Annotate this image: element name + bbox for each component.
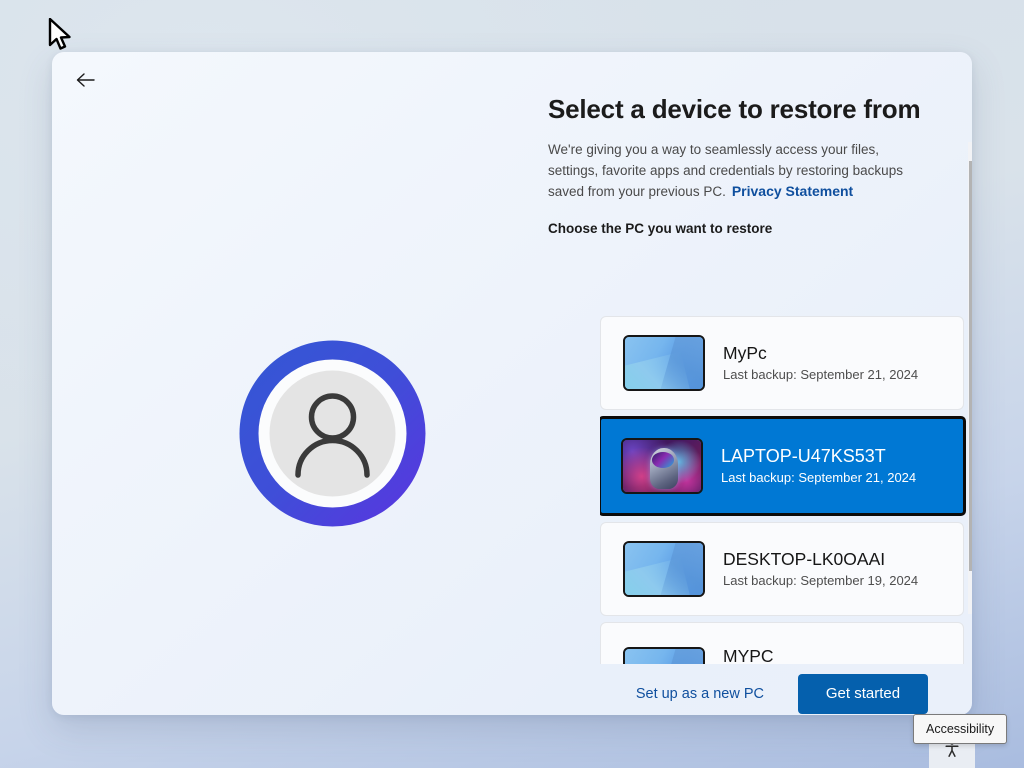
device-thumbnail-icon — [623, 541, 705, 597]
setup-as-new-pc-link[interactable]: Set up as a new PC — [630, 685, 770, 703]
scroll-up-arrow-icon[interactable]: ˄ — [968, 142, 972, 159]
card-footer: Set up as a new PC Get started — [52, 672, 972, 715]
intro-paragraph: We're giving you a way to seamlessly acc… — [548, 140, 920, 203]
arrow-left-icon — [73, 70, 99, 90]
device-name: LAPTOP-U47KS53T — [721, 445, 916, 467]
device-list-container: MyPc Last backup: September 21, 2024 LAP… — [600, 316, 972, 664]
user-avatar-illustration — [185, 286, 480, 586]
device-last-backup: Last backup: September 21, 2024 — [721, 469, 916, 487]
content-pane: Select a device to restore from We're gi… — [548, 92, 972, 672]
mouse-pointer-arrow — [48, 18, 74, 56]
device-list[interactable]: MyPc Last backup: September 21, 2024 LAP… — [600, 316, 972, 664]
device-list-scrollbar[interactable]: ˄ ˅ — [968, 142, 972, 614]
device-meta: DESKTOP-LK0OAAI Last backup: September 1… — [723, 548, 918, 590]
scrollbar-thumb[interactable] — [969, 161, 972, 571]
page-title: Select a device to restore from — [548, 92, 972, 126]
privacy-statement-link[interactable]: Privacy Statement — [732, 183, 853, 199]
scroll-down-arrow-icon[interactable]: ˅ — [968, 597, 972, 614]
device-meta: LAPTOP-U47KS53T Last backup: September 2… — [721, 445, 916, 487]
device-list-item-mypc[interactable]: MyPc Last backup: September 21, 2024 — [600, 316, 964, 410]
device-meta: MYPC — [723, 645, 774, 664]
oobe-setup-card: Select a device to restore from We're gi… — [52, 52, 972, 715]
device-last-backup: Last backup: September 21, 2024 — [723, 366, 918, 384]
device-list-item-laptop-u47ks53t[interactable]: LAPTOP-U47KS53T Last backup: September 2… — [600, 416, 966, 516]
device-name: DESKTOP-LK0OAAI — [723, 548, 918, 570]
device-last-backup: Last backup: September 19, 2024 — [723, 572, 918, 590]
device-thumbnail-icon — [623, 647, 705, 664]
device-list-item-mypc-uppercase[interactable]: MYPC — [600, 622, 964, 664]
device-list-item-desktop-lk0oaai[interactable]: DESKTOP-LK0OAAI Last backup: September 1… — [600, 522, 964, 616]
device-name: MyPc — [723, 342, 918, 364]
back-button[interactable] — [62, 60, 110, 100]
desktop-background: Select a device to restore from We're gi… — [0, 0, 1024, 768]
device-name: MYPC — [723, 645, 774, 664]
choose-pc-label: Choose the PC you want to restore — [548, 221, 972, 236]
device-meta: MyPc Last backup: September 21, 2024 — [723, 342, 918, 384]
device-thumbnail-icon — [623, 335, 705, 391]
get-started-button[interactable]: Get started — [798, 674, 928, 714]
accessibility-tooltip: Accessibility — [913, 714, 1007, 744]
device-thumbnail-icon — [621, 438, 703, 494]
user-avatar-icon — [235, 336, 430, 536]
